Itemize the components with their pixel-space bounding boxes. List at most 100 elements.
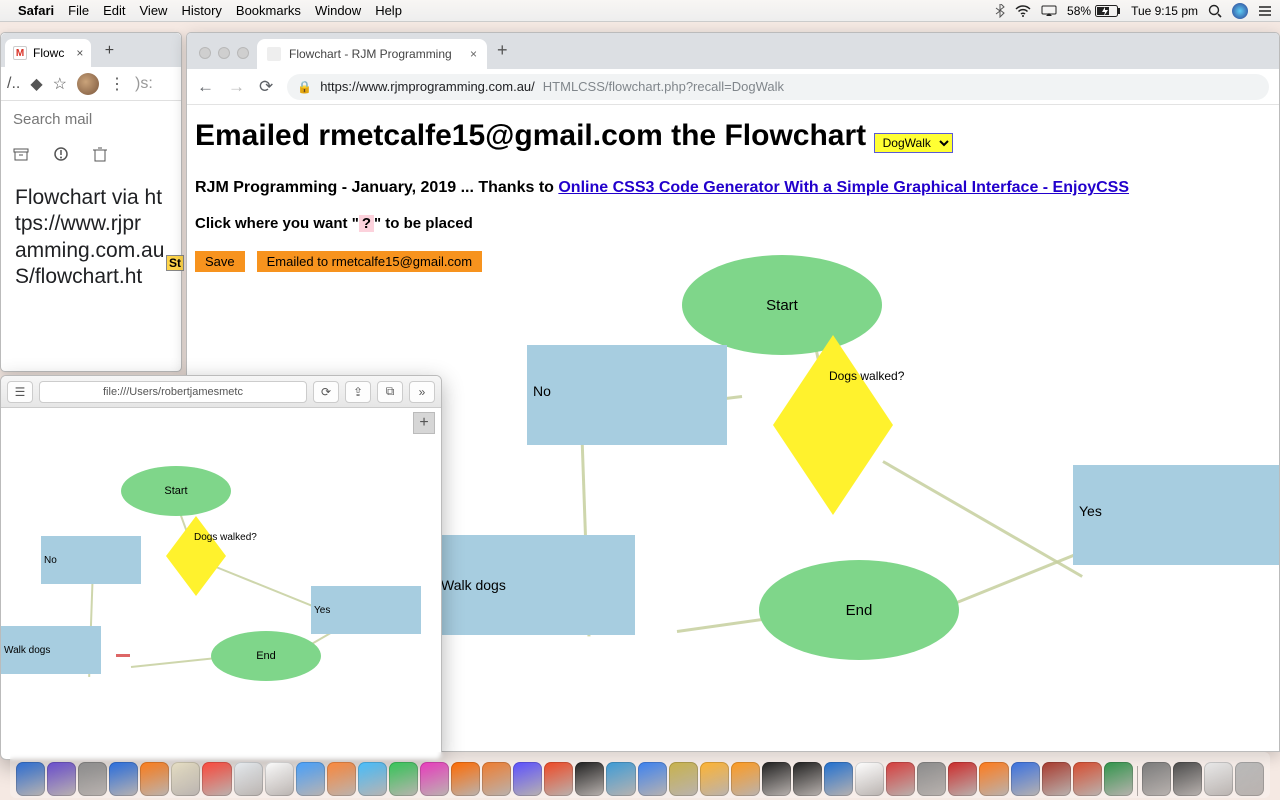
safari-preview-window[interactable]: ☰ file:///Users/robertjamesmetc ⟳ ⇪ ⧉ » … [0,375,442,760]
dock-app-31[interactable] [979,762,1008,796]
sf-address-bar[interactable]: file:///Users/robertjamesmetc [39,381,307,403]
sf-tabs-icon[interactable]: ⧉ [377,381,403,403]
emailed-button[interactable]: Emailed to rmetcalfe15@gmail.com [257,251,482,272]
battery-status[interactable]: 58% [1067,4,1121,18]
background-chrome-window[interactable]: M Flowc × + /.. ◆ ☆ ⋮ )s: Search mail Fl… [0,32,182,372]
save-button[interactable]: Save [195,251,245,272]
dock-app-10[interactable] [327,762,356,796]
gmail-search-input[interactable]: Search mail [1,101,181,138]
sf-reload-icon[interactable]: ⟳ [313,381,339,403]
menu-view[interactable]: View [140,3,168,18]
sf-more-icon[interactable]: » [409,381,435,403]
sf-node-end[interactable]: End [211,631,321,681]
dock-app-12[interactable] [389,762,418,796]
dock-app-9[interactable] [296,762,325,796]
dock-app-38[interactable] [1204,762,1233,796]
archive-icon[interactable] [13,146,29,167]
dock-app-32[interactable] [1011,762,1040,796]
enjoycss-link[interactable]: Online CSS3 Code Generator With a Simple… [558,179,1129,196]
node-no[interactable]: No [527,345,727,445]
clock[interactable]: Tue 9:15 pm [1131,4,1198,18]
dock-app-21[interactable] [669,762,698,796]
dock-app-7[interactable] [234,762,263,796]
spotlight-icon[interactable] [1208,4,1222,18]
sf-node-decision[interactable]: Dogs walked? [166,516,226,596]
new-tab-button[interactable]: + [497,40,508,61]
profile-avatar[interactable] [77,73,99,95]
menu-file[interactable]: File [68,3,89,18]
dock-app-4[interactable] [140,762,169,796]
node-walk-dogs[interactable]: Walk dogs [435,535,635,635]
siri-icon[interactable] [1232,3,1248,19]
dock-app-14[interactable] [451,762,480,796]
dock-app-20[interactable] [638,762,667,796]
bg-tab-gmail[interactable]: M Flowc × [5,39,91,67]
address-bar[interactable]: 🔒 https://www.rjmprogramming.com.au/HTML… [287,74,1269,100]
bg-newtab-button[interactable]: + [99,41,119,61]
main-tab-flowchart[interactable]: Flowchart - RJM Programming × [257,39,487,69]
dock-app-26[interactable] [824,762,853,796]
bookmark-star-icon[interactable]: ☆ [53,74,67,94]
dock-app-17[interactable] [544,762,573,796]
notification-center-icon[interactable] [1258,5,1272,17]
dock-app-39[interactable] [1235,762,1264,796]
menu-edit[interactable]: Edit [103,3,125,18]
bg-tab-close-icon[interactable]: × [76,46,83,60]
tab-close-icon[interactable]: × [470,47,477,61]
airplay-icon[interactable] [1041,5,1057,17]
node-end[interactable]: End [759,560,959,660]
sf-new-tab-button[interactable]: + [413,412,435,434]
dock-app-19[interactable] [606,762,635,796]
dock-app-30[interactable] [948,762,977,796]
dock-app-33[interactable] [1042,762,1071,796]
dock-app-24[interactable] [762,762,791,796]
dock-app-23[interactable] [731,762,760,796]
macos-dock[interactable] [10,752,1270,798]
dock-app-27[interactable] [855,762,884,796]
wifi-icon[interactable] [1015,5,1031,17]
kebab-menu-icon[interactable]: ⋮ [109,74,125,94]
reader-icon[interactable]: ◆ [30,74,42,94]
dock-app-16[interactable] [513,762,542,796]
dock-app-11[interactable] [358,762,387,796]
dock-app-8[interactable] [265,762,294,796]
dock-app-37[interactable] [1173,762,1202,796]
dock-app-5[interactable] [171,762,200,796]
nav-reload-icon[interactable]: ⟳ [259,77,273,97]
sf-node-start[interactable]: Start [121,466,231,516]
dock-app-0[interactable] [16,762,45,796]
dock-app-2[interactable] [78,762,107,796]
dock-app-3[interactable] [109,762,138,796]
node-yes[interactable]: Yes [1073,465,1279,565]
node-decision[interactable]: Dogs walked? [773,335,893,515]
dock-app-36[interactable] [1142,762,1171,796]
flowchart-select[interactable]: DogWalk [874,121,953,155]
sf-flowchart-canvas[interactable]: Start Dogs walked? No Yes Walk dogs End [1,436,441,759]
menu-help[interactable]: Help [375,3,402,18]
sf-sidebar-icon[interactable]: ☰ [7,381,33,403]
dock-app-1[interactable] [47,762,76,796]
dock-app-34[interactable] [1073,762,1102,796]
menu-history[interactable]: History [181,3,221,18]
dock-app-29[interactable] [917,762,946,796]
dock-app-18[interactable] [575,762,604,796]
dock-app-6[interactable] [202,762,231,796]
sf-node-walk[interactable]: Walk dogs [1,626,101,674]
dock-app-13[interactable] [420,762,449,796]
trash-icon[interactable] [93,146,107,167]
spam-icon[interactable] [53,146,69,167]
sf-node-no[interactable]: No [41,536,141,584]
bluetooth-icon[interactable] [995,4,1005,18]
dock-app-15[interactable] [482,762,511,796]
menu-bookmarks[interactable]: Bookmarks [236,3,301,18]
active-app-name[interactable]: Safari [18,3,54,18]
dock-app-28[interactable] [886,762,915,796]
sf-share-icon[interactable]: ⇪ [345,381,371,403]
dock-app-22[interactable] [700,762,729,796]
menu-window[interactable]: Window [315,3,361,18]
nav-back-icon[interactable]: ← [197,77,214,97]
dock-app-35[interactable] [1104,762,1133,796]
sf-node-yes[interactable]: Yes [311,586,421,634]
window-traffic-lights[interactable] [193,47,257,69]
email-subject[interactable]: Flowchart via https://www.rjpramming.com… [1,175,181,300]
